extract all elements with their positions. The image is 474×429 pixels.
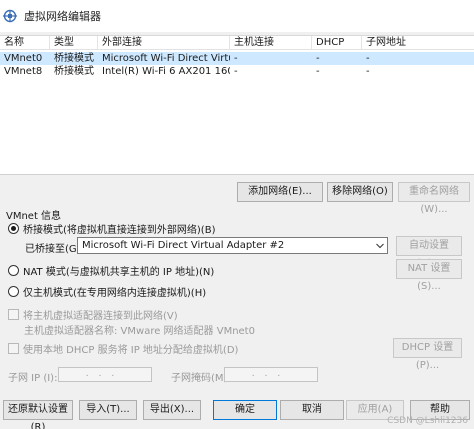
remove-network-button[interactable]: 移除网络(O) (327, 182, 393, 202)
auto-settings-button[interactable]: 自动设置(U)... (396, 236, 462, 269)
dhcp-option[interactable]: 使用本地 DHCP 服务将 IP 地址分配给虚拟机(D) (8, 341, 238, 356)
vmnet-info-title: VMnet 信息 (6, 211, 62, 222)
subnet-mask-label: 子网掩码(M): (171, 373, 231, 384)
subnet-ip-input[interactable]: ... (58, 367, 152, 382)
adapter-name-text: 主机虚拟适配器名称: VMware 网络适配器 VMnet0 (24, 326, 255, 337)
connect-adapter-option[interactable]: 将主机虚拟适配器连接到此网络(V) (8, 307, 178, 322)
cell-name: VMnet8 (4, 66, 43, 77)
column-header-dhcp[interactable]: DHCP (312, 36, 362, 50)
network-list[interactable]: 名称 类型 外部连接 主机连接 DHCP 子网地址 VMnet0 桥接模式 Mi… (0, 35, 474, 175)
dhcp-label: 使用本地 DHCP 服务将 IP 地址分配给虚拟机(D) (23, 345, 239, 356)
column-header-type[interactable]: 类型 (50, 36, 98, 50)
bridged-mode-label: 桥接模式(将虚拟机直接连接到外部网络)(B) (23, 225, 216, 236)
connect-adapter-checkbox[interactable] (8, 309, 19, 320)
rename-network-button[interactable]: 重命名网络(W)... (398, 182, 470, 215)
restore-defaults-button[interactable]: 还原默认设置(R) (3, 400, 73, 429)
cell-host: - (234, 53, 238, 64)
dhcp-settings-button[interactable]: DHCP 设置(P)... (393, 338, 462, 371)
window-title: 虚拟网络编辑器 (24, 10, 101, 23)
cell-subnet: - (366, 66, 370, 77)
bridged-radio[interactable] (8, 223, 19, 234)
cell-host: - (234, 66, 238, 77)
network-editor-icon (3, 9, 17, 23)
nat-radio[interactable] (8, 265, 19, 276)
title-bar: 虚拟网络编辑器 (0, 0, 474, 32)
dhcp-checkbox[interactable] (8, 343, 19, 354)
bridged-adapter-value: Microsoft Wi-Fi Direct Virtual Adapter #… (82, 240, 285, 251)
bridged-adapter-select[interactable]: Microsoft Wi-Fi Direct Virtual Adapter #… (77, 237, 388, 254)
nat-settings-button[interactable]: NAT 设置(S)... (396, 259, 462, 292)
list-header: 名称 类型 外部连接 主机连接 DHCP 子网地址 (0, 36, 474, 50)
bridged-mode-option[interactable]: 桥接模式(将虚拟机直接连接到外部网络)(B) (8, 221, 215, 236)
nat-mode-option[interactable]: NAT 模式(与虚拟机共享主机的 IP 地址)(N) (8, 263, 214, 278)
add-network-button[interactable]: 添加网络(E)... (237, 182, 323, 202)
host-only-radio[interactable] (8, 286, 19, 297)
column-header-host[interactable]: 主机连接 (230, 36, 312, 50)
connect-adapter-label: 将主机虚拟适配器连接到此网络(V) (23, 311, 178, 322)
export-button[interactable]: 导出(X)... (143, 400, 201, 420)
bridged-to-label: 已桥接至(G): (25, 244, 84, 255)
column-header-name[interactable]: 名称 (0, 36, 50, 50)
cell-type: 桥接模式 (54, 53, 94, 64)
column-header-subnet[interactable]: 子网地址 (362, 36, 474, 50)
cell-dhcp: - (316, 66, 320, 77)
host-only-mode-option[interactable]: 仅主机模式(在专用网络内连接虚拟机)(H) (8, 284, 206, 299)
settings-area (0, 176, 474, 429)
ok-button[interactable]: 确定 (213, 400, 277, 420)
cell-type: 桥接模式 (54, 66, 94, 77)
subnet-ip-label: 子网 IP (I): (8, 373, 58, 384)
cell-external: Microsoft Wi-Fi Direct Virtual ... (102, 53, 230, 64)
chevron-down-icon (376, 243, 384, 249)
cell-subnet: - (366, 53, 370, 64)
import-button[interactable]: 导入(T)... (79, 400, 137, 420)
cancel-button[interactable]: 取消 (280, 400, 344, 420)
subnet-mask-input[interactable]: ... (224, 367, 318, 382)
watermark-text: CSDN @Lshli1236 (387, 416, 468, 426)
cell-name: VMnet0 (4, 53, 43, 64)
cell-dhcp: - (316, 53, 320, 64)
host-only-mode-label: 仅主机模式(在专用网络内连接虚拟机)(H) (23, 288, 207, 299)
nat-mode-label: NAT 模式(与虚拟机共享主机的 IP 地址)(N) (23, 267, 215, 278)
column-header-external[interactable]: 外部连接 (98, 36, 230, 50)
cell-external: Intel(R) Wi-Fi 6 AX201 160MHz (102, 66, 230, 77)
table-row[interactable]: VMnet8 桥接模式 Intel(R) Wi-Fi 6 AX201 160MH… (0, 65, 474, 78)
table-row[interactable]: VMnet0 桥接模式 Microsoft Wi-Fi Direct Virtu… (0, 52, 474, 65)
